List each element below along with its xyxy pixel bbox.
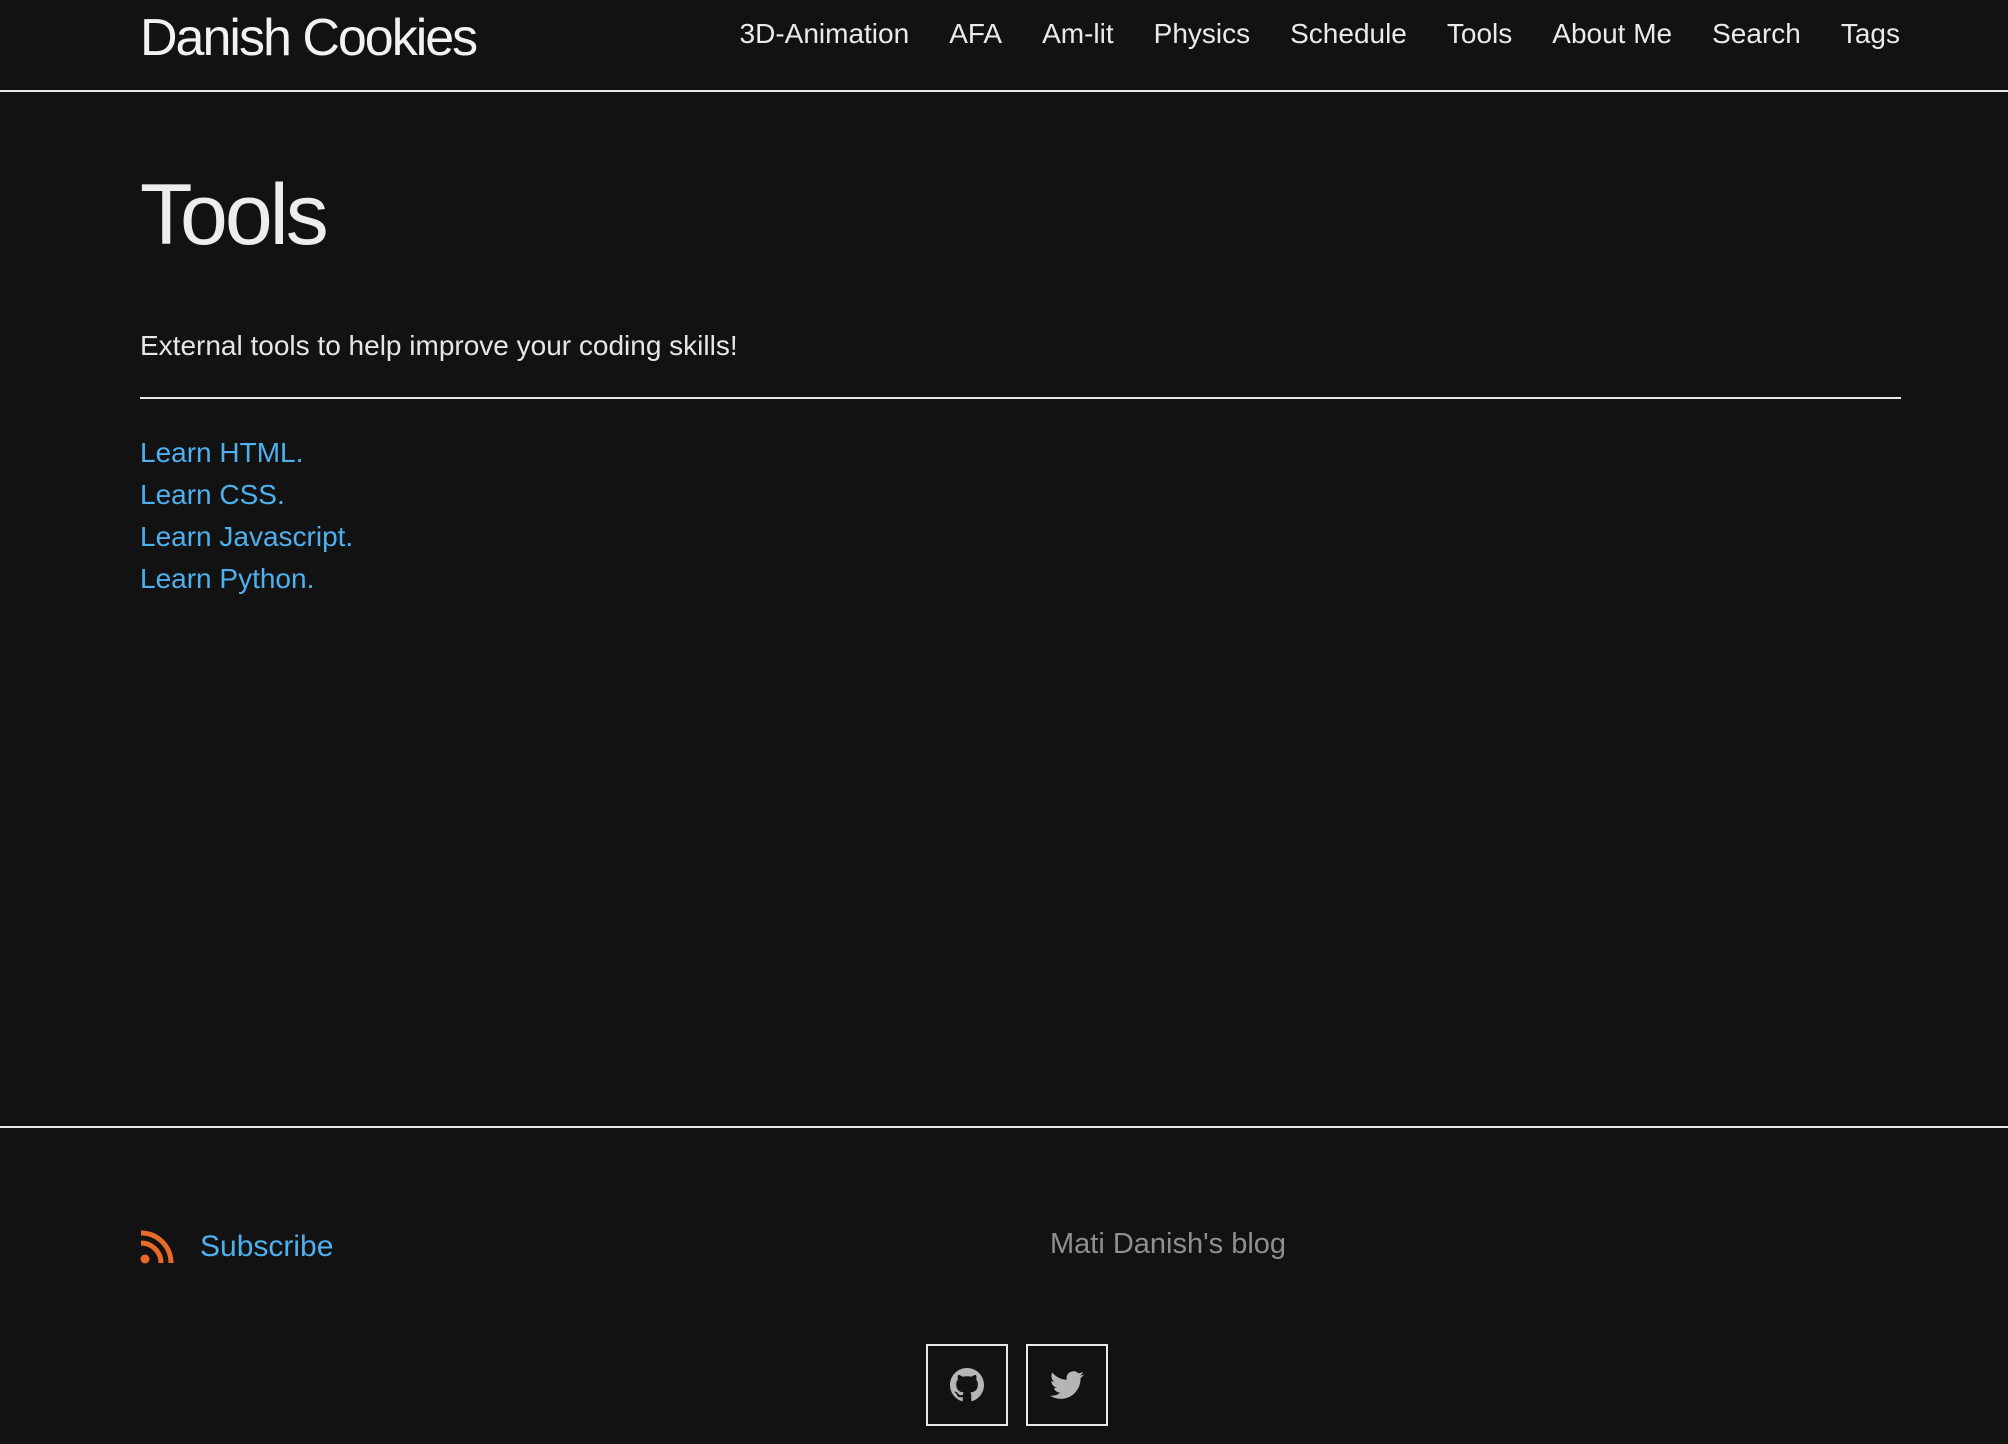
nav-link-afa[interactable]: AFA — [949, 18, 1002, 50]
nav-link-search[interactable]: Search — [1712, 18, 1801, 50]
page-lead: External tools to help improve your codi… — [140, 330, 738, 361]
nav-link-tags[interactable]: Tags — [1841, 18, 1900, 50]
list-item: Learn CSS. — [140, 474, 353, 516]
content-divider — [140, 397, 1901, 399]
subscribe-link[interactable]: Subscribe — [140, 1230, 333, 1264]
twitter-icon — [1050, 1371, 1084, 1399]
main-nav: 3D-Animation AFA Am-lit Physics Schedule… — [740, 18, 1900, 50]
site-brand-link[interactable]: Danish Cookies — [140, 8, 478, 68]
nav-link-am-lit[interactable]: Am-lit — [1042, 18, 1114, 50]
learn-javascript-link[interactable]: Learn Javascript. — [140, 521, 353, 552]
site-header: Danish Cookies 3D-Animation AFA Am-lit P… — [0, 0, 2008, 92]
site-footer: Subscribe Mati Danish's blog — [0, 1126, 2008, 1444]
twitter-button[interactable] — [1026, 1344, 1108, 1426]
list-item: Learn HTML. — [140, 432, 353, 474]
rss-icon — [140, 1230, 174, 1264]
nav-link-tools[interactable]: Tools — [1447, 18, 1512, 50]
list-item: Learn Python. — [140, 558, 353, 600]
learn-css-link[interactable]: Learn CSS. — [140, 479, 285, 510]
footer-credit: Mati Danish's blog — [1050, 1228, 1287, 1260]
github-icon — [950, 1368, 984, 1402]
nav-link-3d-animation[interactable]: 3D-Animation — [740, 18, 910, 50]
learn-html-link[interactable]: Learn HTML. — [140, 437, 303, 468]
nav-link-schedule[interactable]: Schedule — [1290, 18, 1407, 50]
list-item: Learn Javascript. — [140, 516, 353, 558]
page-title: Tools — [140, 167, 329, 263]
nav-link-about-me[interactable]: About Me — [1552, 18, 1672, 50]
nav-link-physics[interactable]: Physics — [1154, 18, 1250, 50]
page: Danish Cookies 3D-Animation AFA Am-lit P… — [0, 0, 2008, 1444]
github-button[interactable] — [926, 1344, 1008, 1426]
tool-links-list: Learn HTML. Learn CSS. Learn Javascript.… — [140, 432, 353, 600]
learn-python-link[interactable]: Learn Python. — [140, 563, 314, 594]
social-links — [926, 1344, 1108, 1426]
subscribe-label: Subscribe — [200, 1230, 334, 1263]
